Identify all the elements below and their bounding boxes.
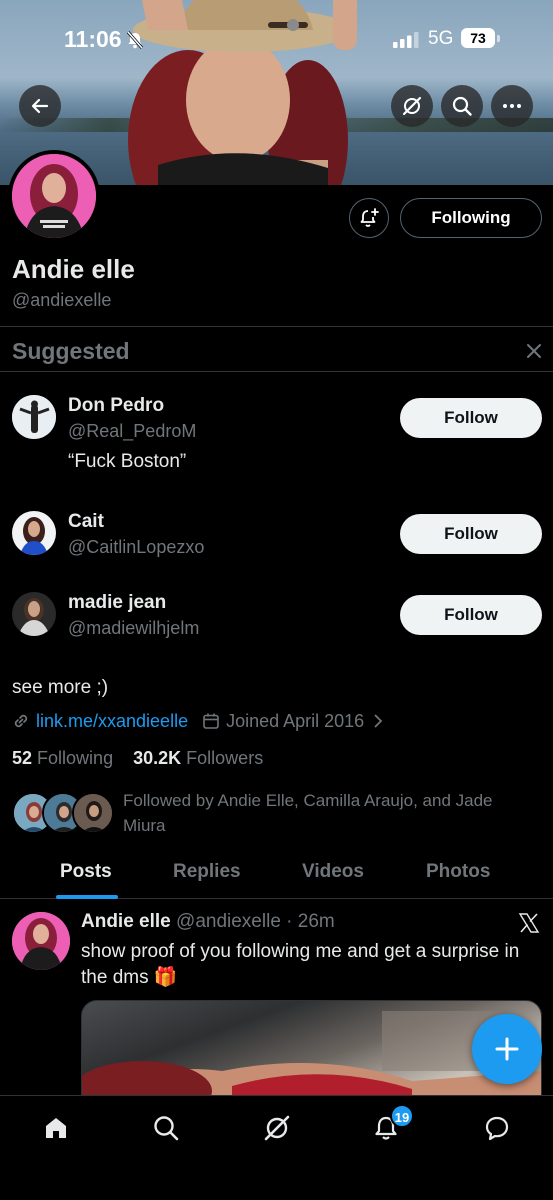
avatar-image [12,154,96,238]
home-icon [46,1118,66,1138]
following-button[interactable]: Following [400,198,542,238]
avatar-image [12,592,56,636]
network-type: 5G [428,28,454,49]
nav-messages[interactable] [477,1110,517,1146]
suggested-title: Suggested [12,338,130,364]
search-button[interactable] [441,85,483,127]
suggested-avatar[interactable] [12,592,56,636]
joined-date: Joined April 2016 [226,710,365,731]
followers-stat[interactable]: 30.2K Followers [133,748,263,768]
back-button[interactable] [19,85,61,127]
silent-mode-icon [126,31,144,49]
more-button[interactable] [491,85,533,127]
avatar-image [12,912,70,970]
divider [0,326,553,327]
status-time: 11:06 [64,26,122,52]
link-icon [14,714,28,728]
close-icon[interactable] [525,342,543,360]
tab-posts[interactable]: Posts [60,861,112,883]
profile-tabs: Posts Replies Videos Photos [0,845,553,899]
bell-plus-icon [360,208,379,227]
suggested-name[interactable]: Don Pedro [68,395,164,417]
battery-tip [497,35,500,42]
follow-button[interactable]: Follow [400,514,542,554]
battery-level: 73 [461,28,495,48]
follow-button[interactable]: Follow [400,595,542,635]
post-avatar[interactable] [12,912,70,970]
grok-button[interactable] [391,85,433,127]
nav-search[interactable] [146,1110,186,1146]
suggested-handle: @Real_PedroM [68,421,197,441]
profile-link[interactable]: link.me/xxandieelle [36,711,188,732]
avatar-image [12,511,56,555]
more-icon [503,104,521,108]
follow-button[interactable]: Follow [400,398,542,438]
active-tab-indicator [56,895,118,899]
post-author-name[interactable]: Andie elle [81,911,171,932]
nav-home[interactable] [36,1110,76,1146]
suggested-bio: “Fuck Boston” [68,451,187,472]
nav-grok[interactable] [257,1110,297,1146]
post-header: Andie elle @andiexelle · 26m [81,911,335,933]
profile-bio: see more ;) [12,677,109,698]
profile-stats: 52 Following 30.2K Followers [12,748,263,769]
notifications-badge: 19 [390,1104,414,1128]
tab-photos[interactable]: Photos [426,861,490,883]
calendar-icon [203,713,219,729]
search-icon [452,96,472,116]
profile-avatar[interactable] [8,150,100,242]
plus-icon [495,1037,519,1061]
avatar-image [12,395,56,439]
grok-icon [402,96,422,116]
back-arrow-icon [31,98,49,114]
post-text: show proof of you following me and get a… [81,941,520,988]
x-logo-icon [518,913,540,933]
grok-icon [264,1115,290,1141]
followed-by-avatars[interactable] [12,792,114,836]
profile-meta: link.me/xxandieelle Joined April 2016 [12,710,384,732]
chevron-right-icon[interactable] [372,713,384,729]
suggested-handle: @CaitlinLopezxo [68,537,205,557]
post-handle-time: @andiexelle · 26m [176,911,335,932]
suggested-handle: @madiewilhjelm [68,618,200,638]
profile-display-name: Andie elle [12,254,135,284]
bottom-navigation: 19 [0,1095,553,1200]
notify-button[interactable] [349,198,389,238]
tab-videos[interactable]: Videos [302,861,364,883]
followed-by-text[interactable]: Followed by Andie Elle, Camilla Araujo, … [123,788,533,838]
profile-handle: @andiexelle [12,290,112,310]
suggested-avatar[interactable] [12,511,56,555]
status-bar: 11:06 5G 73 [0,26,553,56]
suggested-avatar[interactable] [12,395,56,439]
divider [0,371,553,372]
search-icon [154,1116,179,1141]
tab-replies[interactable]: Replies [173,861,241,883]
compose-button[interactable] [472,1014,542,1084]
signal-icon [393,32,419,48]
suggested-name[interactable]: Cait [68,511,104,533]
message-icon [485,1116,509,1141]
avatar [72,792,114,834]
following-stat[interactable]: 52 Following [12,748,113,768]
suggested-name[interactable]: madie jean [68,592,166,614]
